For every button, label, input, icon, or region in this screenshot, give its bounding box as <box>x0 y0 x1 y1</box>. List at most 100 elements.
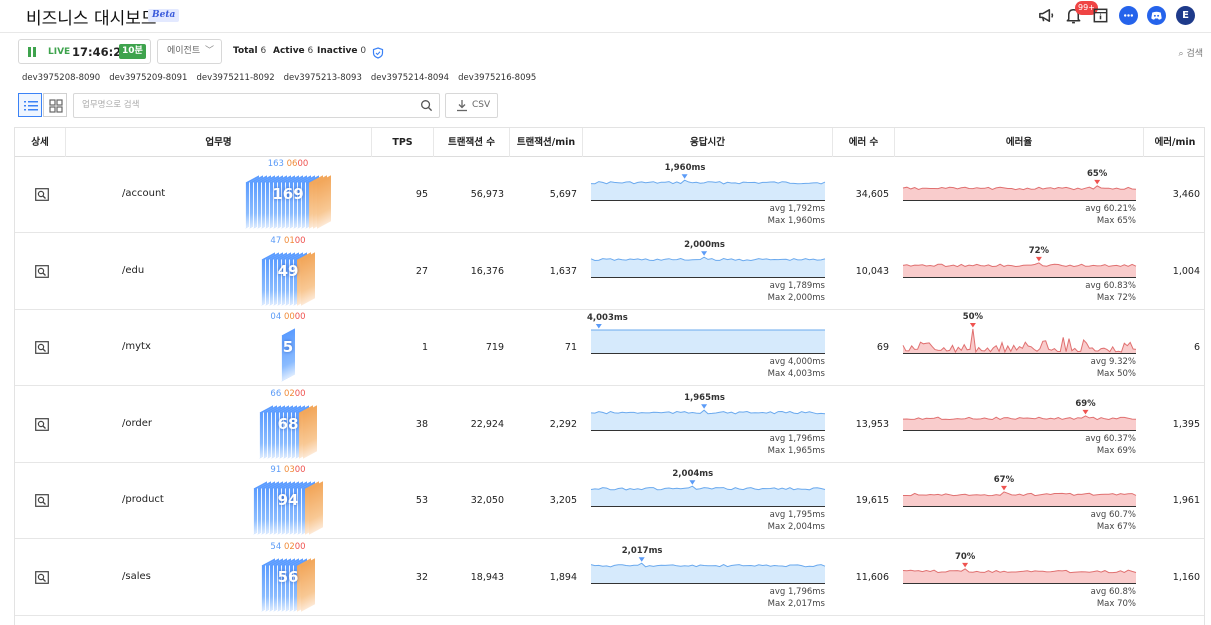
err-avg: avg 60.8% <box>1090 587 1136 597</box>
job-name[interactable]: /sales <box>122 571 151 582</box>
err-peak-marker <box>1035 256 1042 262</box>
job-name-cell: /sales 56 54 0200 <box>66 540 372 616</box>
transaction-state-counts: 66 0200 <box>248 389 328 399</box>
job-name[interactable]: /account <box>122 188 165 199</box>
job-search-input[interactable]: 업무명으로 검색 <box>73 93 440 118</box>
err-sparkline[interactable]: 69% avg 60.37% Max 69% <box>902 387 1137 463</box>
resp-peak-marker <box>638 557 645 562</box>
err-sparkline[interactable]: 65% avg 60.21% Max 65% <box>902 157 1137 233</box>
job-name-cell: /product 94 91 0300 <box>66 463 372 539</box>
grid-view-button[interactable] <box>43 93 67 117</box>
detail-magnifier-icon[interactable] <box>35 341 49 354</box>
tx-cell: 16,376 <box>470 266 504 277</box>
err-max: Max 70% <box>1096 599 1136 609</box>
resp-peak-marker <box>595 324 602 329</box>
err-sparkline[interactable]: 72% avg 60.83% Max 72% <box>902 234 1137 310</box>
agent-name[interactable]: dev3975209-8091 <box>109 73 187 83</box>
job-search-placeholder: 업무명으로 검색 <box>82 100 140 110</box>
detail-magnifier-icon[interactable] <box>35 188 49 201</box>
agent-select[interactable]: 에이전트 ﹀ <box>157 39 222 64</box>
top-search[interactable]: ⌕ 검색 <box>1179 46 1203 59</box>
tps-cell: 95 <box>415 189 428 200</box>
detail-magnifier-icon[interactable] <box>35 418 49 431</box>
csv-download-button[interactable]: CSV <box>445 93 498 118</box>
slow-count: 06 <box>286 159 298 169</box>
column-header-7[interactable]: 에러율 <box>895 128 1144 157</box>
total-count: Total 6 <box>233 46 266 56</box>
errmin-cell: 1,395 <box>1172 419 1200 430</box>
normal-count: 163 <box>267 159 284 169</box>
errors-cell: 11,606 <box>855 572 889 583</box>
err-peak-marker <box>969 323 976 328</box>
transaction-state-counts: 91 0300 <box>248 465 328 475</box>
tx-cell: 18,943 <box>470 572 504 583</box>
very-slow-count: 00 <box>294 312 306 322</box>
total-value: 6 <box>260 46 267 56</box>
column-header-6[interactable]: 에러 수 <box>833 128 895 157</box>
agent-name[interactable]: dev3975208-8090 <box>22 73 100 83</box>
agent-name[interactable]: dev3975213-8093 <box>284 73 362 83</box>
tps-cell: 27 <box>415 266 428 277</box>
agent-name[interactable]: dev3975216-8095 <box>458 73 536 83</box>
resp-sparkline[interactable]: 2,000ms avg 1,789ms Max 2,000ms <box>590 234 826 310</box>
agent-name[interactable]: dev3975214-8094 <box>371 73 449 83</box>
tps-cell: 38 <box>415 419 428 430</box>
detail-magnifier-icon[interactable] <box>35 265 49 278</box>
chat-icon[interactable] <box>1119 6 1138 25</box>
err-peak-marker <box>1082 409 1089 415</box>
info-panel-icon[interactable] <box>1091 6 1110 25</box>
detail-magnifier-icon[interactable] <box>35 494 49 507</box>
err-sparkline[interactable]: 50% avg 9.32% Max 50% <box>902 310 1137 386</box>
err-avg: avg 60.83% <box>1085 281 1136 291</box>
column-header-2[interactable]: TPS <box>372 128 434 157</box>
table-row[interactable]: /order 68 66 0200 38 22,924 2,292 13,953 1,395… <box>15 387 1204 463</box>
business-dashboard: 비즈니스 대시보드 Beta 99+ E LIVE 17:46:24 10분 에… <box>0 0 1211 625</box>
column-header-4[interactable]: 트랜잭션/min <box>510 128 583 157</box>
agent-name[interactable]: dev3975211-8092 <box>196 73 274 83</box>
column-header-0[interactable]: 상세 <box>15 128 66 157</box>
err-peak-label: 65% <box>1086 168 1108 179</box>
err-sparkline[interactable]: 70% avg 60.8% Max 70% <box>902 540 1137 616</box>
column-header-1[interactable]: 업무명 <box>66 128 372 157</box>
job-name[interactable]: /mytx <box>122 341 151 352</box>
resp-sparkline[interactable]: 2,004ms avg 1,795ms Max 2,004ms <box>590 463 826 539</box>
list-view-button[interactable] <box>18 93 42 117</box>
resp-sparkline[interactable]: 4,003ms avg 4,000ms Max 4,003ms <box>587 310 825 386</box>
megaphone-icon[interactable] <box>1037 6 1056 25</box>
active-count-number: 94 <box>277 491 299 509</box>
table-row[interactable]: /account 169 163 0600 95 56,973 5,697 34,605 3… <box>15 157 1204 233</box>
resp-area <box>591 563 825 584</box>
err-peak-label: 70% <box>954 551 976 562</box>
live-pause-button[interactable]: LIVE 17:46:24 10분 <box>18 39 151 64</box>
err-sparkline[interactable]: 67% avg 60.7% Max 67% <box>903 463 1137 539</box>
job-name[interactable]: /order <box>122 418 152 429</box>
detail-cell <box>15 157 66 233</box>
resp-sparkline[interactable]: 1,960ms avg 1,792ms Max 1,960ms <box>590 157 826 233</box>
slow-count: 02 <box>283 542 295 552</box>
column-header-3[interactable]: 트랜잭션 수 <box>434 128 510 157</box>
active-value: 6 <box>307 46 314 56</box>
resp-avg: avg 4,000ms <box>769 357 825 367</box>
table-row[interactable]: /product 94 91 0300 53 32,050 3,205 19,615 1,9… <box>15 463 1204 539</box>
agent-list: dev3975208-8090 dev3975209-8091 dev3975211… <box>22 73 545 85</box>
job-name[interactable]: /edu <box>122 265 144 276</box>
job-name-cell: /order 68 66 0200 <box>66 387 372 463</box>
detail-magnifier-icon[interactable] <box>35 571 49 584</box>
resp-sparkline[interactable]: 2,017ms avg 1,796ms Max 2,017ms <box>590 540 826 616</box>
txmin-cell: 71 <box>564 342 577 353</box>
user-avatar[interactable]: E <box>1176 6 1195 25</box>
column-header-5[interactable]: 응답시간 <box>583 128 833 157</box>
top-search-label: 검색 <box>1186 49 1203 59</box>
column-header-8[interactable]: 에러/min <box>1144 128 1204 157</box>
table-row[interactable]: /mytx 5 04 0000 1 719 71 69 6 4,003ms avg 4,000… <box>15 310 1204 386</box>
table-row[interactable]: /sales 56 54 0200 32 18,943 1,894 11,606 1,160… <box>15 540 1204 616</box>
normal-count: 66 <box>270 389 282 399</box>
resp-peak-marker <box>681 174 688 179</box>
table-row[interactable]: /edu 49 47 0100 27 16,376 1,637 10,043 1,004 2… <box>15 234 1204 310</box>
csv-label: CSV <box>472 100 491 110</box>
shield-icon[interactable] <box>372 44 384 59</box>
job-name[interactable]: /product <box>122 494 164 505</box>
interval-badge: 10분 <box>119 44 146 59</box>
discord-icon[interactable] <box>1147 6 1166 25</box>
resp-sparkline[interactable]: 1,965ms avg 1,796ms Max 1,965ms <box>590 387 826 463</box>
